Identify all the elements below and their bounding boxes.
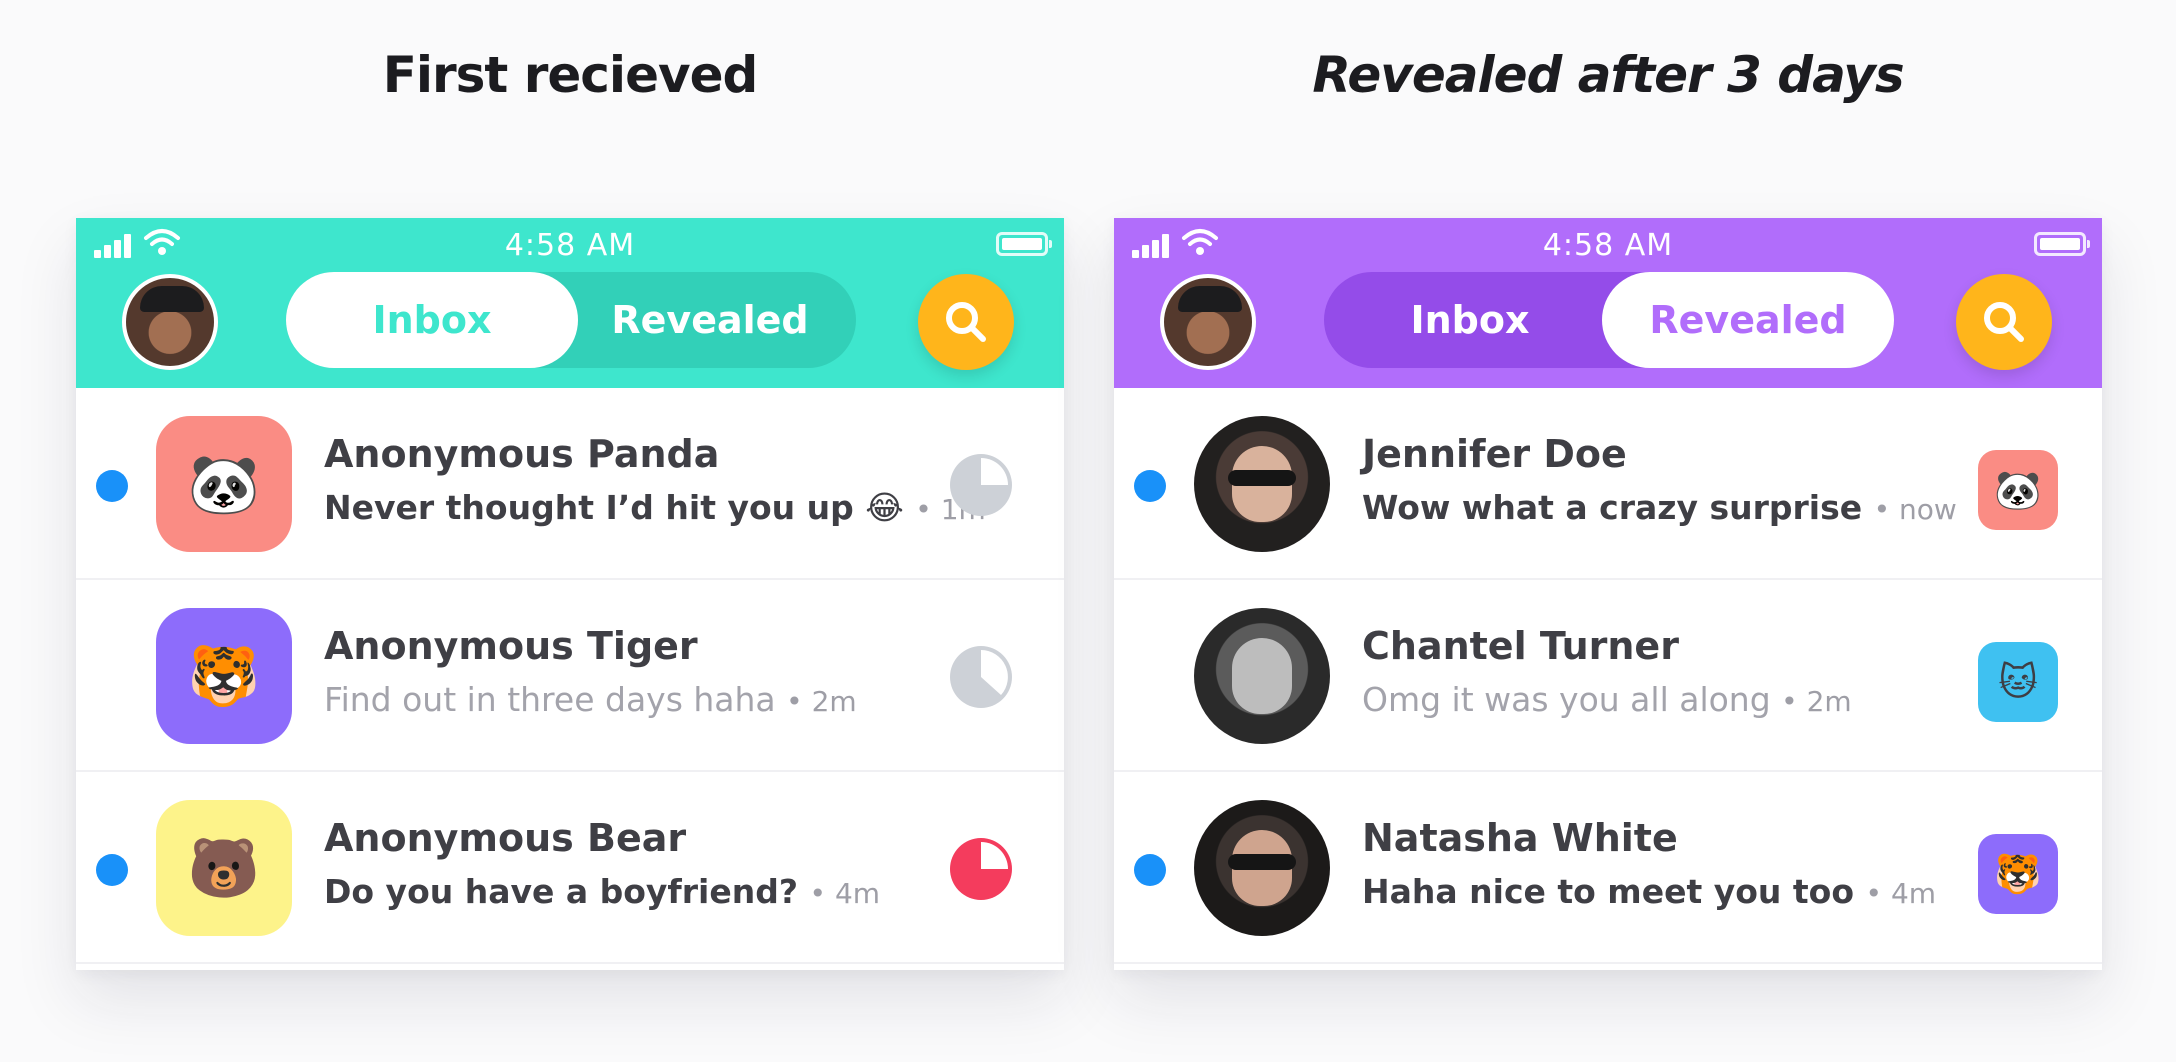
panda-badge-icon: 🐼 — [1978, 450, 2058, 530]
sender-photo — [1194, 416, 1330, 552]
sender-photo — [1194, 608, 1330, 744]
signal-icon — [1132, 232, 1176, 258]
sender-name: Jennifer Doe — [1362, 432, 1627, 476]
panda-avatar-icon: 🐼 — [156, 416, 292, 552]
profile-avatar[interactable] — [122, 274, 218, 370]
message-preview: Haha nice to meet you too • 4m — [1362, 872, 1937, 911]
message-preview: Do you have a boyfriend? • 4m — [324, 872, 881, 911]
message-row[interactable]: Natasha White Haha nice to meet you too … — [1114, 772, 2102, 964]
tab-switcher: Inbox Revealed — [1324, 272, 1894, 368]
message-list: 🐼 Anonymous Panda Never thought I’d hit … — [76, 388, 1064, 964]
tiger-badge-icon: 🐯 — [1978, 834, 2058, 914]
message-row[interactable]: Chantel Turner Omg it was you all along … — [1114, 580, 2102, 772]
battery-icon — [2034, 232, 2090, 256]
sender-name: Natasha White — [1362, 816, 1678, 860]
tiger-avatar-icon: 🐯 — [156, 608, 292, 744]
message-row[interactable]: Jennifer Doe Wow what a crazy surprise •… — [1114, 388, 2102, 580]
sender-name: Anonymous Panda — [324, 432, 720, 476]
message-preview: Find out in three days haha • 2m — [324, 680, 857, 719]
search-button[interactable] — [918, 274, 1014, 370]
heading-first-received: First recieved — [382, 46, 759, 104]
bear-avatar-icon: 🐻 — [156, 800, 292, 936]
message-row[interactable]: 🐯 Anonymous Tiger Find out in three days… — [76, 580, 1064, 772]
sender-name: Anonymous Bear — [324, 816, 687, 860]
unread-dot — [1134, 470, 1166, 502]
message-list: Jennifer Doe Wow what a crazy surprise •… — [1114, 388, 2102, 964]
cat-badge-icon: 🐱 — [1978, 642, 2058, 722]
battery-icon — [996, 232, 1052, 256]
tab-inbox[interactable]: Inbox — [286, 272, 578, 368]
message-row[interactable]: 🐻 Anonymous Bear Do you have a boyfriend… — [76, 772, 1064, 964]
search-icon — [946, 302, 986, 342]
reveal-timer-icon — [950, 454, 1012, 516]
search-icon — [1984, 302, 2024, 342]
sender-name: Chantel Turner — [1362, 624, 1679, 668]
phone-screen-inbox: 4:58 AM Inbox Revealed 🐼 Anonymous Panda… — [76, 218, 1064, 970]
unread-dot — [96, 470, 128, 502]
sender-photo — [1194, 800, 1330, 936]
signal-icon — [94, 232, 138, 258]
wifi-icon — [1182, 229, 1218, 255]
tab-inbox[interactable]: Inbox — [1324, 272, 1616, 368]
tab-revealed[interactable]: Revealed — [1602, 272, 1894, 368]
search-button[interactable] — [1956, 274, 2052, 370]
message-row[interactable]: 🐼 Anonymous Panda Never thought I’d hit … — [76, 388, 1064, 580]
message-time: 4m — [834, 877, 881, 910]
profile-avatar[interactable] — [1160, 274, 1256, 370]
message-time: 2m — [1806, 685, 1852, 718]
message-preview: Wow what a crazy surprise • now — [1362, 488, 1957, 527]
tab-revealed[interactable]: Revealed — [564, 272, 856, 368]
heading-revealed-after: Revealed after 3 days — [1312, 46, 1904, 104]
app-header: 4:58 AM Inbox Revealed — [76, 218, 1064, 388]
message-preview: Never thought I’d hit you up 😂 • 1m — [324, 488, 986, 527]
app-header: 4:58 AM Inbox Revealed — [1114, 218, 2102, 388]
message-time: 2m — [811, 685, 857, 718]
unread-dot — [96, 854, 128, 886]
unread-dot — [1134, 854, 1166, 886]
status-time: 4:58 AM — [1542, 228, 1674, 263]
message-time: now — [1899, 493, 1957, 526]
phone-screen-revealed: 4:58 AM Inbox Revealed Jennifer Doe Wow … — [1114, 218, 2102, 970]
reveal-timer-icon — [950, 838, 1012, 900]
message-preview: Omg it was you all along • 2m — [1362, 680, 1852, 719]
wifi-icon — [144, 229, 180, 255]
reveal-timer-icon — [950, 646, 1012, 708]
tab-switcher: Inbox Revealed — [286, 272, 856, 368]
status-time: 4:58 AM — [504, 228, 636, 263]
message-time: 4m — [1890, 877, 1937, 910]
sender-name: Anonymous Tiger — [324, 624, 698, 668]
